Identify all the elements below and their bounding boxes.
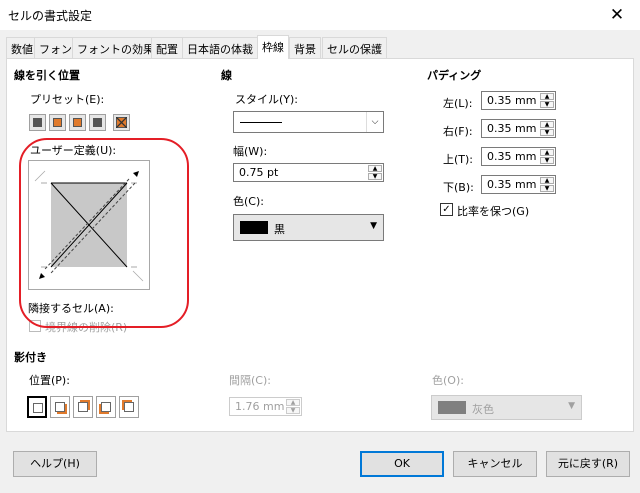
shadow-distance-spinner[interactable]: 1.76 mm ▲ ▼ — [229, 397, 302, 416]
shadow-distance-value: 1.76 mm — [235, 400, 285, 413]
close-icon[interactable]: ✕ — [606, 4, 628, 26]
preset-none-button[interactable] — [29, 114, 46, 131]
spin-down-icon[interactable]: ▼ — [368, 173, 382, 180]
preset-diagonal-icon — [116, 117, 127, 128]
line-color-swatch — [240, 221, 268, 234]
preset-outer-icon — [53, 118, 62, 127]
shadow-top-right-button[interactable] — [73, 396, 93, 418]
padding-heading: パディング — [427, 69, 482, 82]
preset-outer-all-button[interactable] — [89, 114, 106, 131]
padding-left-spinner[interactable]: 0.35 mm ▲ ▼ — [481, 91, 556, 110]
spin-up-icon[interactable]: ▲ — [540, 93, 554, 100]
padding-top-value: 0.35 mm — [487, 150, 537, 163]
shadow-none-icon — [33, 403, 43, 413]
shadow-color-value: 灰色 — [472, 403, 494, 416]
line-color-value: 黒 — [274, 223, 285, 236]
preset-outer-horizontal-button[interactable] — [69, 114, 86, 131]
reset-button[interactable]: 元に戻す(R) — [546, 451, 630, 477]
highlight-annotation-oval — [19, 138, 189, 328]
preset-outer-horizontal-icon — [73, 118, 82, 127]
shadow-distance-arrows: ▲ ▼ — [286, 399, 300, 414]
spin-down-icon[interactable]: ▼ — [286, 407, 300, 414]
shadow-position-label: 位置(P): — [29, 374, 70, 387]
padding-top-label: 上(T): — [443, 153, 474, 166]
padding-right-label: 右(F): — [443, 125, 473, 138]
line-width-arrows: ▲ ▼ — [368, 165, 382, 180]
shadow-top-left-button[interactable] — [119, 396, 139, 418]
shadow-bottom-right-button[interactable] — [50, 396, 70, 418]
shadow-top-right-icon — [78, 402, 88, 412]
padding-left-arrows: ▲ ▼ — [540, 93, 554, 108]
tab-font-effects[interactable]: フォントの効果 — [72, 37, 159, 58]
line-width-label: 幅(W): — [233, 145, 268, 158]
shadow-bottom-right-icon — [55, 402, 65, 412]
line-style-label: スタイル(Y): — [235, 93, 299, 106]
spin-up-icon[interactable]: ▲ — [540, 149, 554, 156]
line-style-dropdown[interactable]: ⌵ — [233, 111, 384, 133]
padding-right-value: 0.35 mm — [487, 122, 537, 135]
preset-outer-all-icon — [93, 118, 102, 127]
preset-outer-button[interactable] — [49, 114, 66, 131]
shadow-bottom-left-button[interactable] — [96, 396, 116, 418]
shadow-color-label: 色(O): — [432, 374, 464, 387]
cancel-button[interactable]: キャンセル — [453, 451, 537, 477]
spin-down-icon[interactable]: ▼ — [540, 101, 554, 108]
preset-none-icon — [33, 118, 42, 127]
ok-button[interactable]: OK — [360, 451, 444, 477]
shadow-top-left-icon — [124, 402, 134, 412]
shadow-bottom-left-icon — [101, 402, 111, 412]
sync-checkbox[interactable]: ✓ — [440, 203, 453, 216]
padding-left-label: 左(L): — [443, 97, 473, 110]
shadow-heading: 影付き — [14, 351, 47, 364]
preset-diagonal-button[interactable] — [113, 114, 130, 131]
line-color-label: 色(C): — [233, 195, 264, 208]
padding-left-value: 0.35 mm — [487, 94, 537, 107]
tab-background[interactable]: 背景 — [289, 37, 321, 58]
padding-top-arrows: ▲ ▼ — [540, 149, 554, 164]
help-button[interactable]: ヘルプ(H) — [13, 451, 97, 477]
spin-down-icon[interactable]: ▼ — [540, 185, 554, 192]
shadow-color-dropdown[interactable]: 灰色 ▼ — [431, 395, 582, 420]
caret-down-icon: ▼ — [568, 401, 575, 411]
tab-borders[interactable]: 枠線 — [257, 35, 289, 59]
spin-down-icon[interactable]: ▼ — [540, 129, 554, 136]
spin-up-icon[interactable]: ▲ — [540, 121, 554, 128]
spin-down-icon[interactable]: ▼ — [540, 157, 554, 164]
tab-alignment[interactable]: 配置 — [151, 37, 183, 58]
window-title: セルの書式設定 — [8, 9, 93, 23]
padding-right-arrows: ▲ ▼ — [540, 121, 554, 136]
padding-bottom-value: 0.35 mm — [487, 178, 537, 191]
shadow-color-swatch — [438, 401, 466, 414]
padding-bottom-label: 下(B): — [443, 181, 474, 194]
shadow-distance-label: 間隔(C): — [229, 374, 271, 387]
line-color-dropdown[interactable]: 黒 ▼ — [233, 214, 384, 241]
padding-bottom-arrows: ▲ ▼ — [540, 177, 554, 192]
chevron-down-icon: ⌵ — [366, 112, 383, 132]
padding-bottom-spinner[interactable]: 0.35 mm ▲ ▼ — [481, 175, 556, 194]
line-width-value: 0.75 pt — [239, 166, 279, 179]
tab-cell-protection[interactable]: セルの保護 — [322, 37, 387, 58]
border-position-heading: 線を引く位置 — [14, 69, 80, 82]
spin-up-icon[interactable]: ▲ — [368, 165, 382, 172]
caret-down-icon: ▼ — [370, 221, 377, 231]
shadow-none-button[interactable] — [27, 396, 47, 418]
title-bar — [0, 0, 640, 30]
line-heading: 線 — [221, 69, 232, 82]
spin-up-icon[interactable]: ▲ — [286, 399, 300, 406]
line-style-sample — [240, 122, 282, 123]
padding-top-spinner[interactable]: 0.35 mm ▲ ▼ — [481, 147, 556, 166]
presets-label: プリセット(E): — [30, 93, 105, 106]
padding-right-spinner[interactable]: 0.35 mm ▲ ▼ — [481, 119, 556, 138]
sync-label: 比率を保つ(G) — [457, 205, 530, 218]
tab-asian-typography[interactable]: 日本語の体裁 — [182, 37, 258, 58]
line-width-spinner[interactable]: 0.75 pt ▲ ▼ — [233, 163, 384, 182]
spin-up-icon[interactable]: ▲ — [540, 177, 554, 184]
